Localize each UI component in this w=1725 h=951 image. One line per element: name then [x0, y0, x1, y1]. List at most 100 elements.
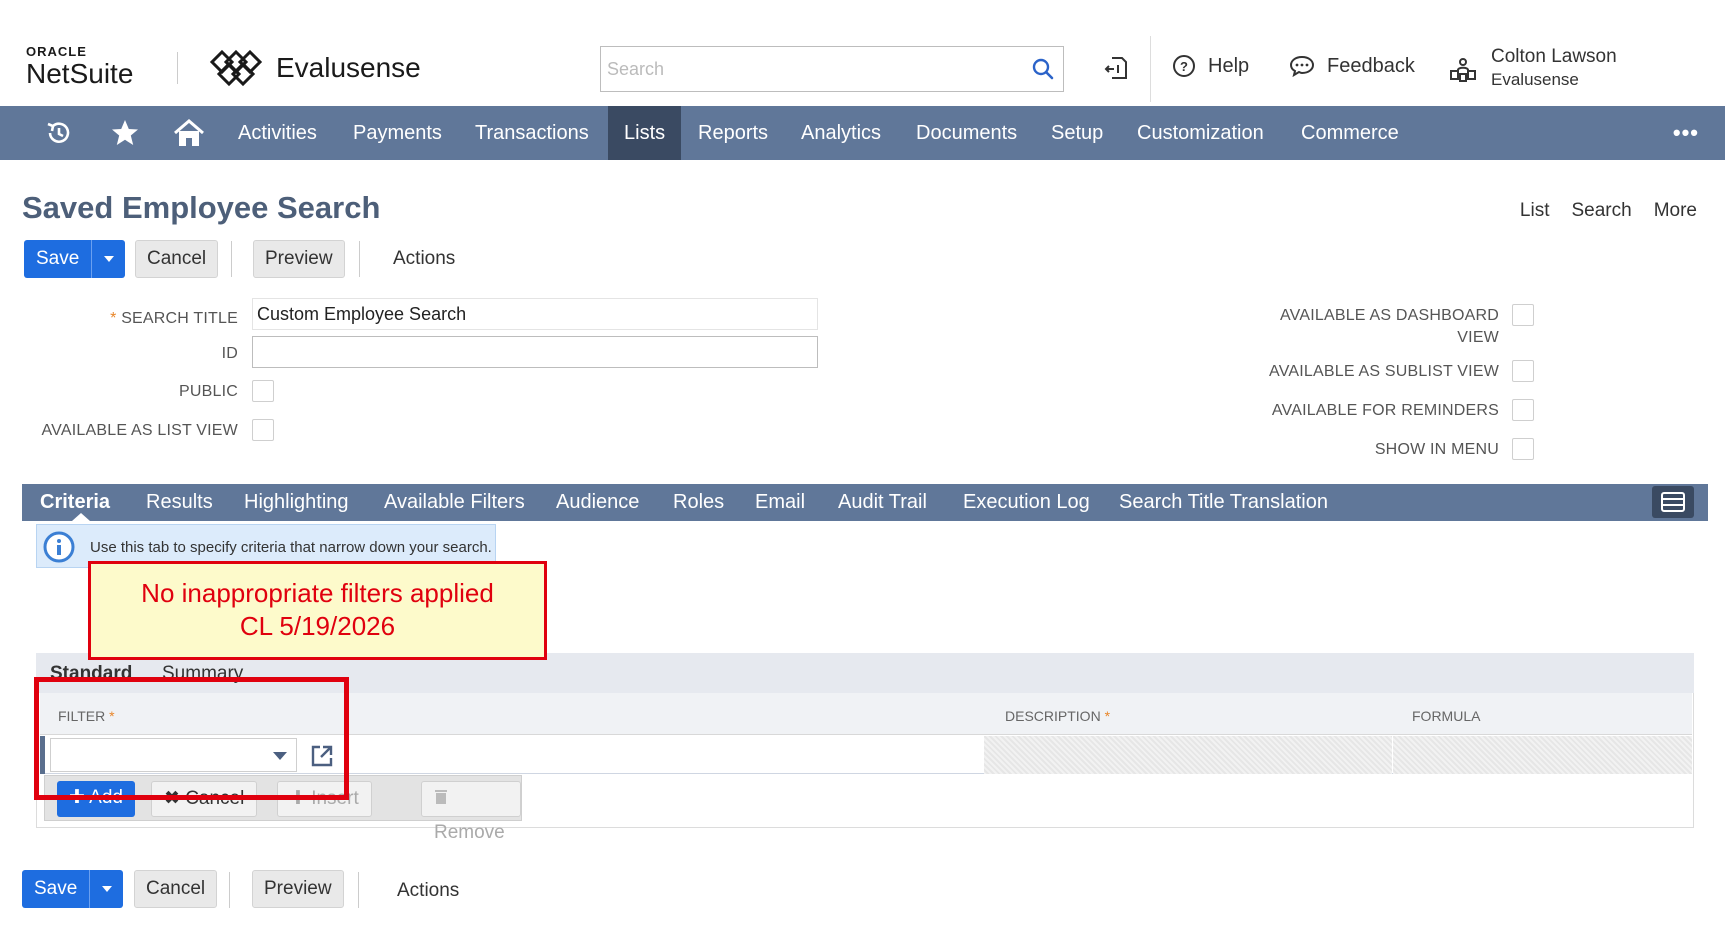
nav-activities[interactable]: Activities	[222, 106, 333, 160]
bottom-save-button[interactable]: Save	[22, 870, 90, 908]
list-view-checkbox[interactable]	[252, 419, 274, 441]
info-text: Use this tab to specify criteria that na…	[90, 539, 492, 556]
list-layout-icon	[1661, 492, 1685, 512]
chevron-down-icon	[103, 256, 114, 262]
global-search-input[interactable]	[601, 47, 1011, 91]
annotation-line-2: CL 5/19/2026	[239, 611, 396, 641]
home-icon[interactable]	[173, 118, 205, 148]
show-in-menu-checkbox[interactable]	[1512, 438, 1534, 460]
dashboard-view-checkbox[interactable]	[1512, 304, 1534, 326]
app-header: ORACLE NetSuite Evalusense ?	[0, 0, 1725, 106]
tab-roles[interactable]: Roles	[673, 484, 724, 521]
user-company: Evalusense	[1491, 70, 1579, 89]
tab-email[interactable]: Email	[755, 484, 805, 521]
oracle-netsuite-logo[interactable]: ORACLE NetSuite	[26, 44, 133, 88]
bottom-actions-menu[interactable]: Actions	[397, 880, 459, 902]
public-checkbox[interactable]	[252, 380, 274, 402]
list-view-label: AVAILABLE AS LIST VIEW	[41, 422, 238, 439]
nav-payments[interactable]: Payments	[337, 106, 458, 160]
reminders-checkbox[interactable]	[1512, 399, 1534, 421]
company-logo[interactable]: Evalusense	[208, 48, 421, 88]
required-star-icon: *	[110, 310, 122, 327]
annotation-highlight-box	[34, 677, 349, 800]
public-label: PUBLIC	[179, 383, 238, 400]
bottom-save-button-group: Save	[22, 870, 124, 908]
save-options-button[interactable]	[91, 240, 126, 278]
page-links: List Search More	[1520, 200, 1697, 222]
header-divider	[1150, 36, 1151, 102]
nav-customization[interactable]: Customization	[1121, 106, 1280, 160]
search-icon[interactable]	[1031, 57, 1055, 81]
user-menu[interactable]: Colton Lawson Evalusense	[1449, 46, 1617, 90]
id-label: ID	[221, 345, 238, 362]
tab-layout-button[interactable]	[1652, 486, 1694, 518]
recent-records-icon[interactable]	[1104, 55, 1130, 81]
more-link[interactable]: More	[1654, 200, 1697, 222]
tab-available-filters[interactable]: Available Filters	[384, 484, 525, 521]
preview-button[interactable]: Preview	[253, 240, 345, 278]
tab-highlighting[interactable]: Highlighting	[244, 484, 349, 521]
toolbar-separator	[359, 241, 360, 277]
nav-commerce[interactable]: Commerce	[1285, 106, 1415, 160]
save-button[interactable]: Save	[24, 240, 92, 278]
actions-menu[interactable]: Actions	[393, 248, 455, 270]
nav-documents[interactable]: Documents	[900, 106, 1033, 160]
tab-audience[interactable]: Audience	[556, 484, 639, 521]
global-search[interactable]	[600, 46, 1064, 92]
company-name: Evalusense	[276, 52, 421, 83]
cancel-button[interactable]: Cancel	[135, 240, 219, 278]
search-title-field[interactable]: Custom Employee Search	[252, 298, 818, 330]
netsuite-wordmark: NetSuite	[26, 58, 134, 89]
recent-history-icon[interactable]	[44, 118, 74, 148]
sublist-view-checkbox[interactable]	[1512, 360, 1534, 382]
toolbar-separator	[229, 872, 230, 908]
svg-text:?: ?	[1180, 59, 1188, 74]
annotation-callout: No inappropriate filters applied CL 5/19…	[88, 561, 547, 660]
favorites-star-icon[interactable]	[110, 118, 140, 148]
required-star-icon: *	[1100, 708, 1111, 724]
remove-row-button[interactable]: Remove	[421, 781, 521, 843]
tab-search-title-translation[interactable]: Search Title Translation	[1119, 484, 1328, 521]
dashboard-view-label-cont: VIEW	[1457, 329, 1499, 346]
toolbar-separator	[358, 872, 359, 908]
nav-more-button[interactable]: •••	[1673, 120, 1699, 146]
list-link[interactable]: List	[1520, 200, 1550, 222]
trash-icon	[435, 790, 447, 804]
description-column-header: DESCRIPTION *	[1005, 708, 1111, 724]
show-in-menu-label: SHOW IN MENU	[1374, 441, 1499, 458]
formula-cell	[1393, 736, 1692, 774]
tab-results[interactable]: Results	[146, 484, 213, 521]
formula-column-header: FORMULA	[1412, 708, 1481, 724]
page-title: Saved Employee Search	[22, 190, 381, 225]
annotation-line-1: No inappropriate filters applied	[141, 578, 494, 608]
dashboard-view-label: AVAILABLE AS DASHBOARD	[1279, 307, 1499, 324]
id-field[interactable]	[252, 336, 818, 368]
oracle-wordmark: ORACLE	[26, 44, 87, 59]
active-tab-pointer	[72, 513, 90, 521]
tab-audit-trail[interactable]: Audit Trail	[838, 484, 927, 521]
search-link[interactable]: Search	[1572, 200, 1632, 222]
logo-divider	[177, 52, 178, 84]
tab-execution-log[interactable]: Execution Log	[963, 484, 1090, 521]
bottom-preview-button[interactable]: Preview	[252, 870, 344, 908]
help-icon: ?	[1173, 55, 1195, 77]
nav-lists[interactable]: Lists	[608, 106, 682, 160]
reminders-label: AVAILABLE FOR REMINDERS	[1271, 402, 1499, 419]
feedback-link[interactable]: Feedback	[1289, 54, 1415, 78]
main-navigation: Activities Payments Transactions Lists R…	[0, 106, 1725, 160]
nav-reports[interactable]: Reports	[682, 106, 784, 160]
bottom-save-options-button[interactable]	[89, 870, 124, 908]
search-title-label: * SEARCH TITLE	[110, 310, 238, 327]
feedback-icon	[1289, 55, 1315, 78]
nav-transactions[interactable]: Transactions	[459, 106, 605, 160]
info-icon	[43, 531, 75, 563]
user-name: Colton Lawson	[1491, 46, 1617, 67]
nav-analytics[interactable]: Analytics	[785, 106, 897, 160]
role-switch-icon	[1450, 58, 1476, 82]
help-link[interactable]: ? Help	[1172, 54, 1249, 78]
help-label: Help	[1208, 54, 1250, 77]
bottom-cancel-button[interactable]: Cancel	[134, 870, 218, 908]
sublist-view-label: AVAILABLE AS SUBLIST VIEW	[1269, 363, 1499, 380]
toolbar-separator	[231, 241, 232, 277]
nav-setup[interactable]: Setup	[1035, 106, 1119, 160]
